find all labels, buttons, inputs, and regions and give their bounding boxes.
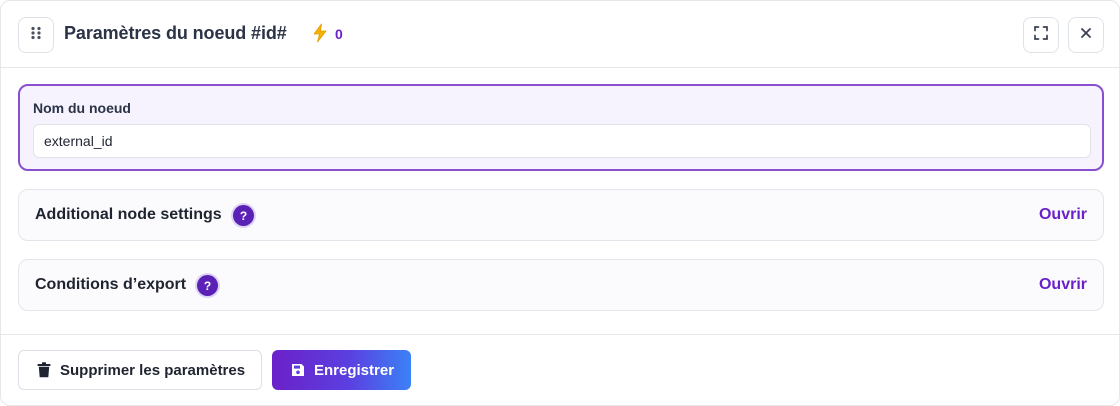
- lightning-bolt-icon: [311, 23, 329, 43]
- export-conditions-section[interactable]: Conditions d’export ? Ouvrir: [18, 259, 1104, 311]
- section-title: Additional node settings: [35, 206, 222, 223]
- trash-icon: [36, 362, 52, 378]
- node-name-input[interactable]: [33, 124, 1091, 158]
- close-button[interactable]: [1068, 17, 1104, 53]
- panel-header: Paramètres du noeud #id# 0: [1, 1, 1119, 68]
- section-title: Conditions d’export: [35, 276, 187, 293]
- help-icon[interactable]: ?: [233, 205, 254, 226]
- delete-settings-button[interactable]: Supprimer les paramètres: [18, 350, 262, 390]
- delete-settings-label: Supprimer les paramètres: [60, 361, 246, 379]
- drag-handle-icon: [30, 26, 42, 45]
- node-name-field-group: Nom du noeud: [18, 84, 1104, 171]
- open-link[interactable]: Ouvrir: [1039, 206, 1087, 224]
- node-name-label: Nom du noeud: [33, 100, 131, 116]
- floppy-disk-icon: [290, 362, 306, 378]
- close-icon: [1080, 26, 1092, 44]
- panel-title: Paramètres du noeud #id#: [64, 23, 287, 43]
- panel-footer: Supprimer les paramètres Enregistrer: [1, 334, 1119, 405]
- save-button[interactable]: Enregistrer: [272, 350, 411, 390]
- help-icon[interactable]: ?: [197, 275, 218, 296]
- open-link[interactable]: Ouvrir: [1039, 276, 1087, 294]
- trigger-count: 0: [335, 26, 343, 42]
- fullscreen-icon: [1034, 25, 1048, 45]
- drag-handle-button[interactable]: [18, 17, 54, 53]
- additional-settings-section[interactable]: Additional node settings ? Ouvrir: [18, 189, 1104, 241]
- save-label: Enregistrer: [314, 361, 395, 379]
- node-settings-panel: Paramètres du noeud #id# 0 Nom du noeud: [0, 0, 1120, 406]
- fullscreen-button[interactable]: [1023, 17, 1059, 53]
